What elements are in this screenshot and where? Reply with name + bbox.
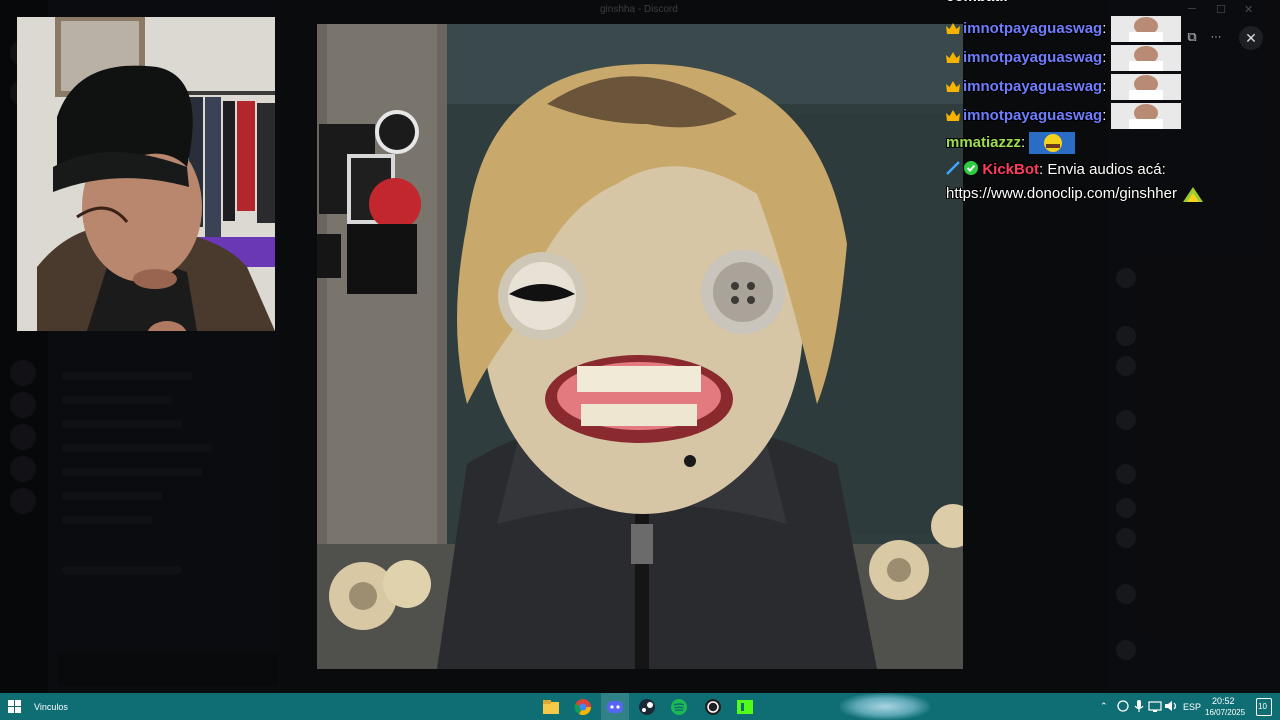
tray-app-icon[interactable] [1116, 699, 1130, 713]
obs-icon[interactable] [702, 696, 724, 718]
network-icon[interactable] [1148, 699, 1162, 713]
face-emote-icon [1110, 103, 1181, 129]
chat-separator: : [1102, 19, 1107, 37]
triangle-emote-icon [1183, 187, 1204, 203]
taskbar-search-label[interactable]: Vinculos [34, 702, 68, 712]
chat-separator: : [1102, 106, 1107, 124]
steam-icon[interactable] [636, 696, 658, 718]
face-emote-icon [1110, 16, 1181, 42]
chat-username[interactable]: imnotpayaguaswag [963, 78, 1102, 95]
chat-message: imnotpayaguaswag: [946, 103, 1181, 129]
crown-icon [946, 51, 960, 63]
chat-username[interactable]: KickBot [982, 161, 1039, 178]
chat-message: KickBot: Envia audios acá: [946, 161, 1166, 183]
notification-count: 10 [1258, 702, 1267, 711]
crying-laugh-emote-icon [1029, 132, 1076, 154]
notification-center-icon[interactable]: 10 [1256, 698, 1272, 716]
chat-username[interactable]: mmatiazzz [946, 134, 1021, 151]
microphone-icon[interactable] [1132, 699, 1146, 713]
taskbar: Vinculos ⌃ ESP 20:52 16/07/2025 10 [0, 693, 1280, 720]
clock-date[interactable]: 16/07/2025 [1205, 708, 1245, 717]
webcam-overlay [17, 17, 275, 331]
chrome-icon[interactable] [572, 696, 594, 718]
discord-icon[interactable] [604, 696, 626, 718]
webcam-image [17, 17, 275, 331]
spotify-icon[interactable] [668, 696, 690, 718]
crown-icon [946, 109, 960, 121]
stream-chat-overlay: combatir imnotpayaguaswag: imnotpayaguas… [946, 0, 1280, 230]
taskbar-widget-art [840, 693, 930, 720]
chat-message: mmatiazzz: [946, 132, 1076, 154]
face-emote-icon [1110, 45, 1181, 71]
chat-username[interactable]: imnotpayaguaswag [963, 49, 1102, 66]
sword-badge-icon [946, 161, 960, 175]
chat-partial-message: combatir [946, 0, 1009, 10]
chat-message: imnotpayaguaswag: [946, 45, 1181, 71]
chat-username[interactable]: imnotpayaguaswag [963, 107, 1102, 124]
language-indicator[interactable]: ESP [1183, 702, 1201, 712]
chat-separator: : [1039, 161, 1044, 178]
windows-start-icon[interactable] [8, 700, 21, 713]
chat-separator: : [1102, 48, 1107, 66]
kick-app-icon[interactable] [734, 696, 756, 718]
crown-icon [946, 22, 960, 34]
clock-time[interactable]: 20:52 [1212, 696, 1235, 706]
crown-icon [946, 80, 960, 92]
chat-message: imnotpayaguaswag: [946, 74, 1181, 100]
plush-image [317, 24, 963, 669]
face-emote-icon [1110, 74, 1181, 100]
chat-separator: : [1102, 77, 1107, 95]
chat-text: Envia audios acá: [1047, 161, 1166, 178]
tray-chevron-icon[interactable]: ⌃ [1100, 701, 1108, 712]
viewed-image[interactable] [317, 24, 963, 669]
verified-badge-icon [964, 161, 979, 175]
chat-username[interactable]: imnotpayaguaswag [963, 20, 1102, 37]
donation-link[interactable]: https://www.donoclip.com/ginshher [946, 185, 1177, 202]
file-explorer-icon[interactable] [540, 696, 562, 718]
chat-message-continuation: https://www.donoclip.com/ginshher [946, 185, 1205, 207]
chat-separator: : [1021, 133, 1026, 151]
chat-message: imnotpayaguaswag: [946, 16, 1181, 42]
window-title: ginshha - Discord [600, 4, 678, 15]
volume-icon[interactable] [1164, 699, 1178, 713]
